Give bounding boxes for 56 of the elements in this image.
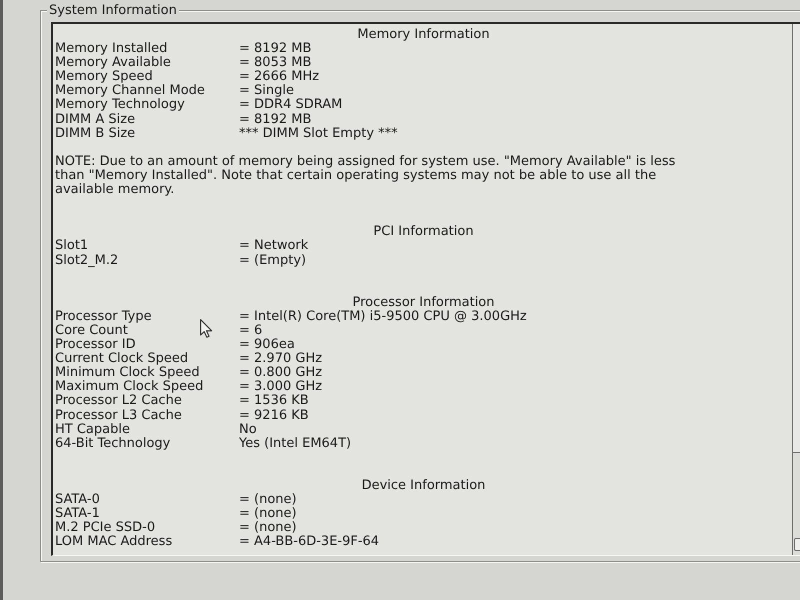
field-value: = A4-BB-6D-3E-9F-64	[239, 535, 380, 550]
field-value: = DDR4 SDRAM	[239, 98, 342, 113]
field-label: Slot1	[55, 239, 88, 254]
mouse-pointer-icon	[200, 319, 213, 338]
field-value: = (none)	[239, 521, 297, 536]
field-value: = (none)	[239, 507, 297, 522]
section-heading: Processor Information	[352, 296, 494, 310]
field-value: = Single	[239, 84, 294, 98]
field-value: = 9216 KB	[239, 408, 309, 423]
field-label: SATA-1	[55, 507, 100, 522]
field-value: = Intel(R) Core(TM) i5-9500 CPU @ 3.00GHz	[239, 310, 527, 324]
field-value: *** DIMM Slot Empty ***	[239, 126, 398, 141]
field-value: = 8192 MB	[239, 42, 312, 56]
field-value: = 8053 MB	[239, 56, 312, 70]
field-label: Memory Speed	[55, 70, 153, 84]
field-label: Memory Available	[55, 56, 171, 70]
field-label: SATA-0	[55, 493, 100, 508]
field-value: = 0.800 GHz	[239, 366, 322, 380]
field-label: Memory Channel Mode	[55, 84, 205, 98]
field-value: = (none)	[239, 493, 297, 508]
field-label: Minimum Clock Speed	[55, 366, 200, 380]
scrollbar-thumb[interactable]	[793, 24, 800, 453]
field-label: M.2 PCIe SSD-0	[55, 521, 156, 536]
field-value: = 8192 MB	[239, 112, 312, 127]
scrollbar-track[interactable]	[792, 24, 800, 556]
field-value: = 906ea	[239, 338, 295, 352]
section-heading: PCI Information	[373, 225, 474, 240]
field-value: = (Empty)	[239, 254, 306, 268]
field-label: Memory Installed	[55, 42, 168, 56]
field-label: LOM MAC Address	[55, 535, 172, 550]
field-value: = 1536 KB	[239, 394, 309, 409]
field-label: DIMM B Size	[55, 126, 136, 141]
field-label: 64-Bit Technology	[55, 436, 170, 451]
field-value: = 6	[239, 324, 262, 338]
field-label: Core Count	[55, 324, 128, 338]
field-label: Slot2_M.2	[55, 254, 118, 268]
field-label: DIMM A Size	[55, 112, 136, 127]
field-value: Yes (Intel EM64T)	[239, 436, 352, 451]
field-value: = 2.970 GHz	[239, 352, 322, 366]
field-label: HT Capable	[55, 422, 130, 437]
field-label: Current Clock Speed	[55, 352, 188, 366]
group-box-title: System Information	[47, 3, 179, 18]
field-label: Memory Technology	[55, 98, 185, 113]
field-value: = 3.000 GHz	[239, 380, 322, 394]
field-value: No	[239, 422, 257, 437]
scroll-down-button[interactable]	[794, 538, 800, 552]
note-text: NOTE: Due to an amount of memory being assigned for system use. "Memory Available" is less than "Memory Installed". Note that certain operating systems may not be able to use all the available memory.	[55, 154, 676, 198]
field-label: Processor Type	[55, 310, 152, 324]
field-label: Processor L3 Cache	[55, 408, 182, 423]
field-value: = 2666 MHz	[239, 70, 320, 84]
field-label: Processor ID	[55, 338, 136, 352]
field-label: Processor L2 Cache	[55, 394, 182, 409]
field-label: Maximum Clock Speed	[55, 380, 204, 394]
section-heading: Memory Information	[357, 28, 490, 42]
field-value: = Network	[239, 239, 308, 254]
section-heading: Device Information	[362, 479, 486, 494]
